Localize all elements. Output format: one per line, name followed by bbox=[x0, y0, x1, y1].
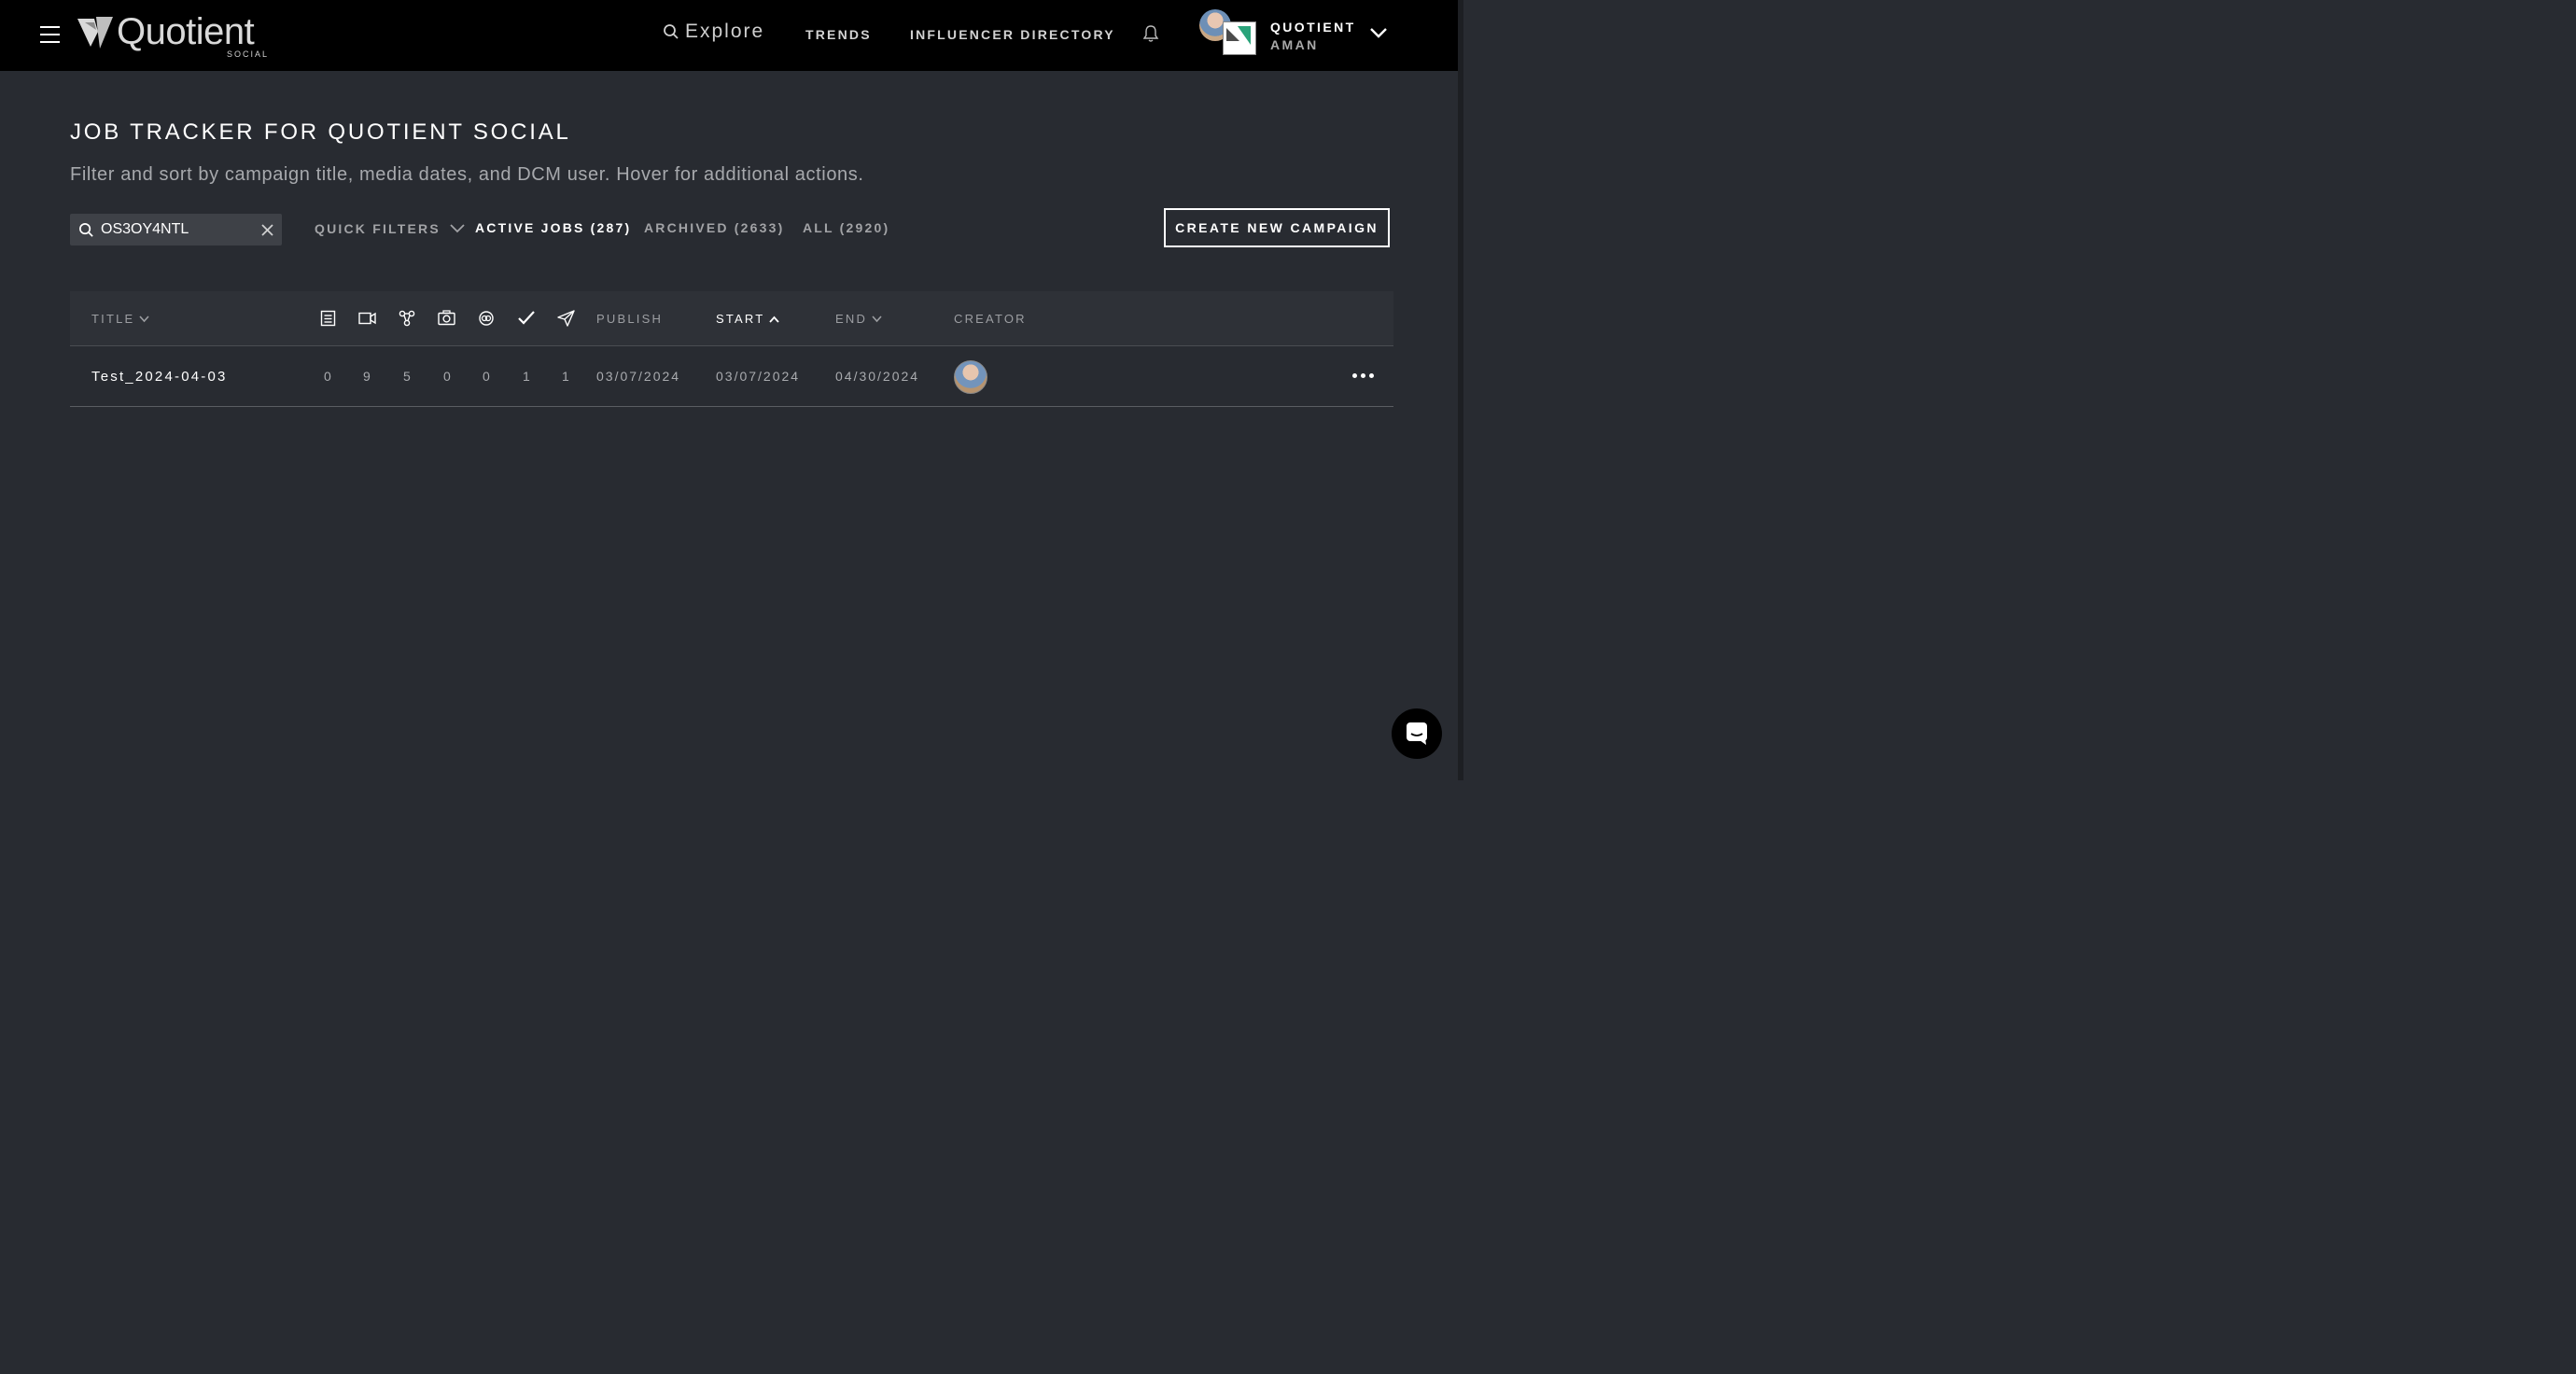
page-subtitle: Filter and sort by campaign title, media… bbox=[70, 164, 864, 185]
end-date: 04/30/2024 bbox=[835, 369, 920, 384]
trends-link[interactable]: TRENDS bbox=[805, 27, 872, 42]
campaign-title[interactable]: Test_2024-04-03 bbox=[91, 369, 228, 385]
search-box bbox=[70, 214, 282, 245]
approved-count: 1 bbox=[523, 369, 532, 384]
photo-count: 0 bbox=[443, 369, 453, 384]
more-actions-icon[interactable] bbox=[1352, 368, 1377, 383]
end-header-label: END bbox=[835, 312, 868, 326]
start-date: 03/07/2024 bbox=[716, 369, 801, 384]
hamburger-menu-icon[interactable] bbox=[40, 26, 60, 44]
account-name: QUOTIENT bbox=[1270, 20, 1356, 35]
video-icon[interactable] bbox=[358, 312, 376, 325]
tab-active-jobs[interactable]: ACTIVE JOBS (287) bbox=[475, 220, 631, 235]
tab-archived[interactable]: ARCHIVED (2633) bbox=[644, 220, 784, 235]
start-header-label: START bbox=[716, 312, 765, 326]
sort-by-start[interactable]: START bbox=[716, 312, 780, 326]
search-icon bbox=[664, 24, 679, 39]
logo-subtitle: SOCIAL bbox=[227, 49, 270, 59]
article-icon[interactable] bbox=[320, 310, 336, 327]
article-count: 0 bbox=[324, 369, 333, 384]
search-input[interactable] bbox=[101, 214, 250, 245]
quick-filters-label: QUICK FILTERS bbox=[315, 221, 441, 236]
chevron-down-icon bbox=[450, 224, 465, 233]
chevron-down-icon bbox=[139, 315, 150, 322]
logo-wordmark: Quotient bbox=[117, 11, 255, 52]
explore-link[interactable]: Explore bbox=[663, 21, 764, 43]
camera-icon[interactable] bbox=[438, 310, 455, 326]
create-new-campaign-button[interactable]: CREATE NEW CAMPAIGN bbox=[1164, 208, 1390, 247]
creator-avatar[interactable] bbox=[954, 360, 987, 394]
scrollbar[interactable] bbox=[1458, 0, 1463, 780]
table-header: TITLE PUBLISH START END CREATOR bbox=[70, 291, 1393, 346]
sort-by-title[interactable]: TITLE bbox=[91, 312, 150, 326]
explore-label: Explore bbox=[685, 21, 765, 42]
chevron-up-icon bbox=[769, 315, 780, 323]
send-icon[interactable] bbox=[557, 310, 575, 327]
quotient-logo-mark bbox=[77, 17, 113, 49]
chat-icon bbox=[1407, 722, 1427, 745]
sort-by-end[interactable]: END bbox=[835, 312, 882, 326]
share-network-icon[interactable] bbox=[399, 310, 415, 327]
publish-date: 03/07/2024 bbox=[596, 369, 681, 384]
quotient-logo[interactable]: Quotient SOCIAL bbox=[77, 11, 273, 60]
clear-search-icon[interactable] bbox=[261, 224, 273, 236]
publish-header-label: PUBLISH bbox=[596, 312, 664, 326]
sort-by-publish[interactable]: PUBLISH bbox=[596, 312, 663, 326]
brand-logo-tile bbox=[1223, 21, 1256, 55]
chevron-down-icon bbox=[872, 315, 882, 322]
table-row[interactable]: Test_2024-04-03 0 9 5 0 0 1 1 03/07/2024… bbox=[70, 346, 1393, 407]
influencer-directory-link[interactable]: INFLUENCER DIRECTORY bbox=[910, 27, 1115, 42]
creator-header-label: CREATOR bbox=[954, 312, 1027, 326]
page-title: JOB TRACKER FOR QUOTIENT SOCIAL bbox=[70, 119, 571, 145]
share-count: 5 bbox=[403, 369, 413, 384]
chat-launcher-button[interactable] bbox=[1392, 708, 1442, 759]
account-user: AMAN bbox=[1270, 37, 1319, 52]
check-icon[interactable] bbox=[517, 310, 536, 326]
quick-filters-dropdown[interactable]: QUICK FILTERS bbox=[315, 221, 465, 236]
search-icon bbox=[79, 223, 93, 237]
link-count: 0 bbox=[483, 369, 492, 384]
notification-bell-icon[interactable] bbox=[1141, 24, 1160, 48]
creator-header: CREATOR bbox=[954, 312, 1027, 326]
link-icon[interactable] bbox=[478, 310, 495, 327]
video-count: 9 bbox=[363, 369, 372, 384]
top-nav-bar: Quotient SOCIAL Explore TRENDS INFLUENCE… bbox=[0, 0, 1458, 71]
sent-count: 1 bbox=[562, 369, 571, 384]
chevron-down-icon bbox=[1370, 28, 1387, 38]
tab-all[interactable]: ALL (2920) bbox=[803, 220, 889, 235]
title-header-label: TITLE bbox=[91, 312, 135, 326]
account-menu[interactable]: QUOTIENT AMAN bbox=[1199, 9, 1395, 56]
